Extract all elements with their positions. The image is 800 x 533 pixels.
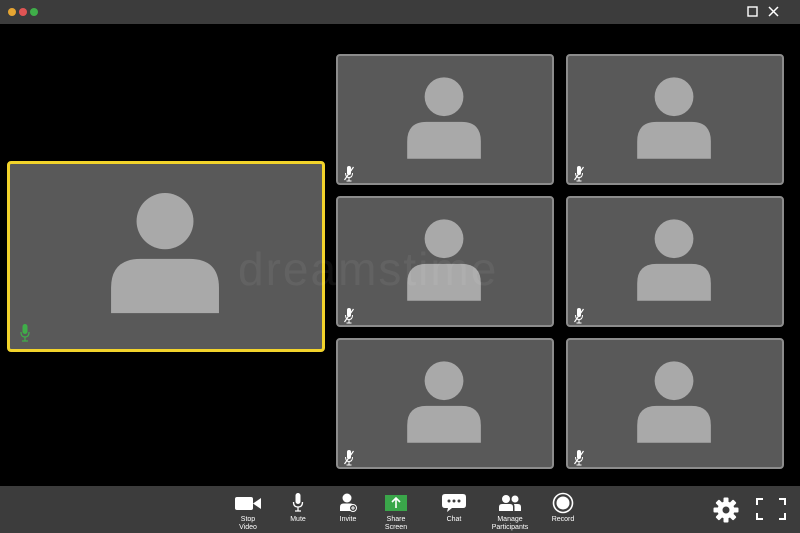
gear-icon[interactable] — [712, 496, 740, 524]
stop-video-label: Stop Video — [239, 516, 257, 531]
microphone-on-icon — [20, 324, 30, 342]
participants-icon — [499, 495, 521, 511]
chat-button[interactable]: Chat — [438, 486, 470, 533]
manage-participants-button[interactable]: Manage Participants — [487, 486, 533, 533]
microphone-muted-icon — [344, 166, 354, 182]
avatar-icon — [637, 361, 711, 443]
record-button[interactable]: Record — [548, 486, 578, 533]
microphone-muted-icon — [574, 166, 584, 182]
record-label: Record — [551, 516, 575, 523]
avatar-icon — [111, 193, 219, 314]
microphone-icon — [292, 493, 304, 512]
video-camera-icon — [235, 497, 261, 510]
avatar-icon — [407, 361, 481, 443]
participant-tile-speaker[interactable] — [7, 161, 325, 352]
share-screen-icon — [385, 495, 407, 511]
avatar-icon — [407, 219, 481, 301]
avatar-icon — [407, 77, 481, 159]
participant-tile-2[interactable] — [566, 54, 784, 185]
video-grid — [0, 24, 800, 486]
chat-bubble-icon — [442, 494, 466, 512]
microphone-muted-icon — [574, 450, 584, 466]
avatar-icon — [637, 77, 711, 159]
window-titlebar — [0, 0, 800, 24]
add-person-icon — [340, 493, 357, 512]
stop-video-button[interactable]: Stop Video — [230, 486, 266, 533]
microphone-muted-icon — [574, 308, 584, 324]
invite-button[interactable]: Invite — [333, 486, 363, 533]
record-icon — [552, 492, 574, 514]
share-screen-label: Share Screen — [384, 516, 408, 531]
meeting-toolbar: Stop Video Mute Invite Share Screen Chat… — [0, 486, 800, 533]
avatar-icon — [637, 219, 711, 301]
microphone-muted-icon — [344, 450, 354, 466]
mute-label: Mute — [290, 516, 306, 523]
invite-label: Invite — [339, 516, 357, 523]
traffic-light-minimize[interactable] — [19, 8, 27, 16]
microphone-muted-icon — [344, 308, 354, 324]
traffic-light-close[interactable] — [8, 8, 16, 16]
chat-label: Chat — [446, 516, 462, 523]
participant-tile-5[interactable] — [336, 338, 554, 469]
participant-tile-3[interactable] — [336, 196, 554, 327]
participant-tile-1[interactable] — [336, 54, 554, 185]
manage-participants-label: Manage Participants — [491, 516, 529, 531]
participant-tile-4[interactable] — [566, 196, 784, 327]
close-icon[interactable] — [766, 4, 782, 20]
participant-tile-6[interactable] — [566, 338, 784, 469]
maximize-icon[interactable] — [745, 4, 761, 20]
share-screen-button[interactable]: Share Screen — [381, 486, 411, 533]
fullscreen-icon[interactable] — [755, 497, 787, 521]
traffic-light-zoom[interactable] — [30, 8, 38, 16]
mute-button[interactable]: Mute — [283, 486, 313, 533]
